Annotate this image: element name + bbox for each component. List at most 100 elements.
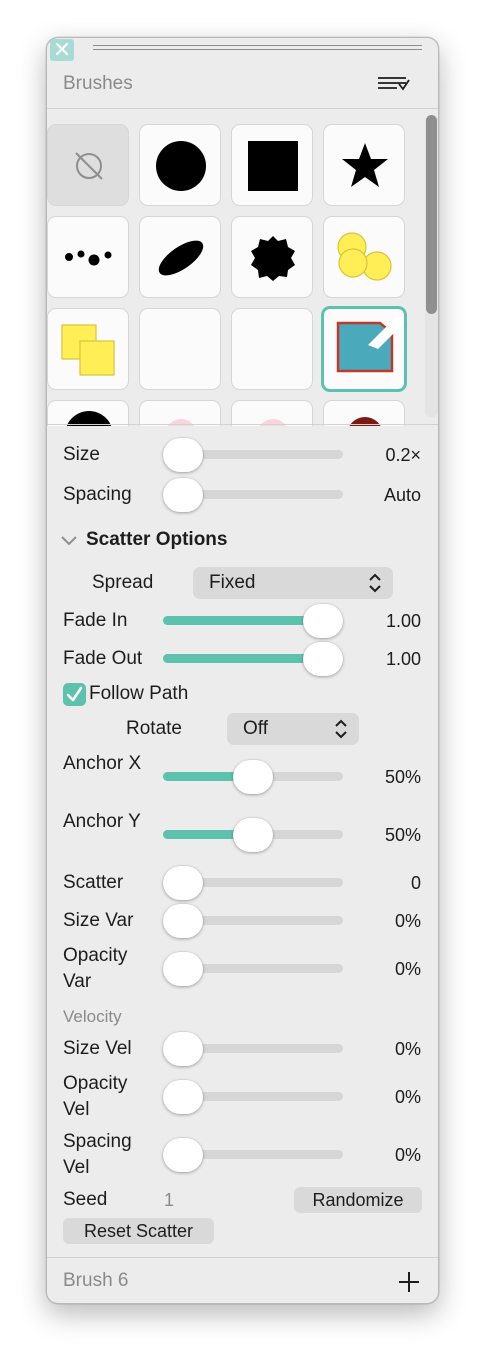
brush-tile-row4-3[interactable] xyxy=(231,400,313,426)
brush-tile-ellipse[interactable] xyxy=(139,216,221,298)
anchor-y-value: 50% xyxy=(384,825,421,845)
fade-out-slider[interactable] xyxy=(163,642,343,676)
follow-path-label[interactable]: Follow Path xyxy=(89,681,188,707)
spacing-label: Spacing xyxy=(63,484,132,505)
brush-tile-none[interactable] xyxy=(47,124,129,206)
footer-divider xyxy=(47,1257,438,1258)
scatter-options-title: Scatter Options xyxy=(86,529,228,550)
opacity-var-slider[interactable] xyxy=(163,952,343,986)
yellow-squares-brush-icon xyxy=(61,324,115,376)
up-down-chevron-icon xyxy=(369,573,381,593)
scatter-slider[interactable] xyxy=(163,866,343,900)
spread-popup[interactable]: Fixed xyxy=(193,567,393,599)
size-value: 0.2× xyxy=(385,445,421,465)
brush-tile-splat[interactable] xyxy=(231,216,313,298)
anchor-x-label: Anchor X xyxy=(63,753,142,774)
seed-label: Seed xyxy=(63,1189,108,1210)
scatter-options-disclosure[interactable]: Scatter Options xyxy=(59,526,279,554)
pink-blur-brush-icon xyxy=(259,419,287,426)
opacity-vel-slider[interactable] xyxy=(163,1080,343,1114)
brush-tile-square[interactable] xyxy=(231,124,313,206)
scatter-slider-knob[interactable] xyxy=(163,866,203,900)
brush-tile-dots[interactable] xyxy=(47,216,129,298)
spacing-vel-slider[interactable] xyxy=(163,1138,343,1172)
randomize-button[interactable]: Randomize xyxy=(294,1187,422,1213)
rotate-popup-value: Off xyxy=(243,718,268,739)
brush-grid-scrollbar[interactable] xyxy=(426,115,437,314)
spacing-slider[interactable] xyxy=(163,478,343,512)
brush-grid xyxy=(47,109,438,426)
brush-name: Brush 6 xyxy=(63,1270,129,1291)
rotate-label: Rotate xyxy=(126,718,182,739)
velocity-heading: Velocity xyxy=(63,1007,122,1026)
plus-icon[interactable] xyxy=(397,1270,421,1294)
spacing-vel-label: Spacing Vel xyxy=(63,1131,132,1178)
brush-tile-yellow-circles[interactable] xyxy=(323,216,405,298)
drag-grip[interactable] xyxy=(93,45,422,55)
panel-title: Brushes xyxy=(63,73,133,94)
black-circle-brush-icon xyxy=(66,411,112,426)
no-brush-icon xyxy=(75,152,103,180)
brush-tile-blank-1[interactable] xyxy=(139,308,221,390)
title-bar[interactable] xyxy=(47,38,438,62)
ellipse-brush-icon xyxy=(158,240,204,276)
star-brush-icon xyxy=(342,143,388,187)
size-vel-label: Size Vel xyxy=(63,1038,132,1059)
brush-tile-star[interactable] xyxy=(323,124,405,206)
size-var-slider-knob[interactable] xyxy=(163,904,203,938)
size-var-slider[interactable] xyxy=(163,904,343,938)
spacing-slider-knob[interactable] xyxy=(163,478,203,512)
brush-tile-row4-1[interactable] xyxy=(47,400,129,426)
brush-tile-circle[interactable] xyxy=(139,124,221,206)
opacity-var-label: Opacity Var xyxy=(63,945,128,992)
size-slider-knob[interactable] xyxy=(163,438,203,472)
fade-out-label: Fade Out xyxy=(63,648,143,669)
list-menu-icon[interactable] xyxy=(375,74,413,94)
scatter-value: 0 xyxy=(410,873,421,893)
teal-shape-brush-icon xyxy=(336,317,404,373)
brush-tile-row4-4[interactable] xyxy=(323,400,405,426)
splat-brush-icon xyxy=(251,236,295,281)
reset-scatter-button[interactable]: Reset Scatter xyxy=(63,1218,214,1244)
up-down-chevron-icon xyxy=(335,719,347,739)
brush-tile-row4-2[interactable] xyxy=(139,400,221,426)
fade-in-slider[interactable] xyxy=(163,604,343,638)
fade-out-slider-knob[interactable] xyxy=(303,642,343,676)
spacing-value: Auto xyxy=(383,485,421,505)
chevron-down-icon xyxy=(61,536,77,546)
anchor-x-slider-knob[interactable] xyxy=(233,760,273,794)
spacing-vel-value: 0% xyxy=(394,1145,421,1165)
square-brush-icon xyxy=(248,141,298,191)
dots-brush-icon xyxy=(65,250,112,266)
opacity-var-slider-knob[interactable] xyxy=(163,952,203,986)
brushes-panel: Brushes Size 0.2× Spacing Auto Scatter O… xyxy=(46,37,439,1304)
seed-value: 1 xyxy=(164,1190,175,1210)
spacing-vel-slider-knob[interactable] xyxy=(163,1138,203,1172)
opacity-var-value: 0% xyxy=(394,959,421,979)
fade-out-value: 1.00 xyxy=(385,649,421,669)
size-label: Size xyxy=(63,444,100,465)
anchor-x-slider[interactable] xyxy=(163,760,343,794)
close-icon[interactable] xyxy=(50,39,74,61)
size-slider[interactable] xyxy=(163,438,343,472)
anchor-y-slider-knob[interactable] xyxy=(233,818,273,852)
yellow-circles-brush-icon xyxy=(337,232,392,281)
anchor-x-value: 50% xyxy=(384,767,421,787)
opacity-vel-slider-knob[interactable] xyxy=(163,1080,203,1114)
pink-blur-brush-icon xyxy=(167,419,195,426)
spread-popup-value: Fixed xyxy=(209,572,256,593)
brush-tile-blank-2[interactable] xyxy=(231,308,313,390)
follow-path-checkbox[interactable] xyxy=(63,683,86,706)
anchor-y-label: Anchor Y xyxy=(63,811,141,832)
anchor-y-slider[interactable] xyxy=(163,818,343,852)
size-var-value: 0% xyxy=(394,911,421,931)
size-vel-slider[interactable] xyxy=(163,1032,343,1066)
size-var-label: Size Var xyxy=(63,910,134,931)
brush-tile-teal-shape[interactable] xyxy=(321,306,407,392)
checkmark-icon xyxy=(66,686,83,702)
size-vel-slider-knob[interactable] xyxy=(163,1032,203,1066)
rotate-popup[interactable]: Off xyxy=(227,713,359,745)
spread-label: Spread xyxy=(92,572,154,593)
fade-in-slider-knob[interactable] xyxy=(303,604,343,638)
brush-tile-yellow-squares[interactable] xyxy=(47,308,129,390)
